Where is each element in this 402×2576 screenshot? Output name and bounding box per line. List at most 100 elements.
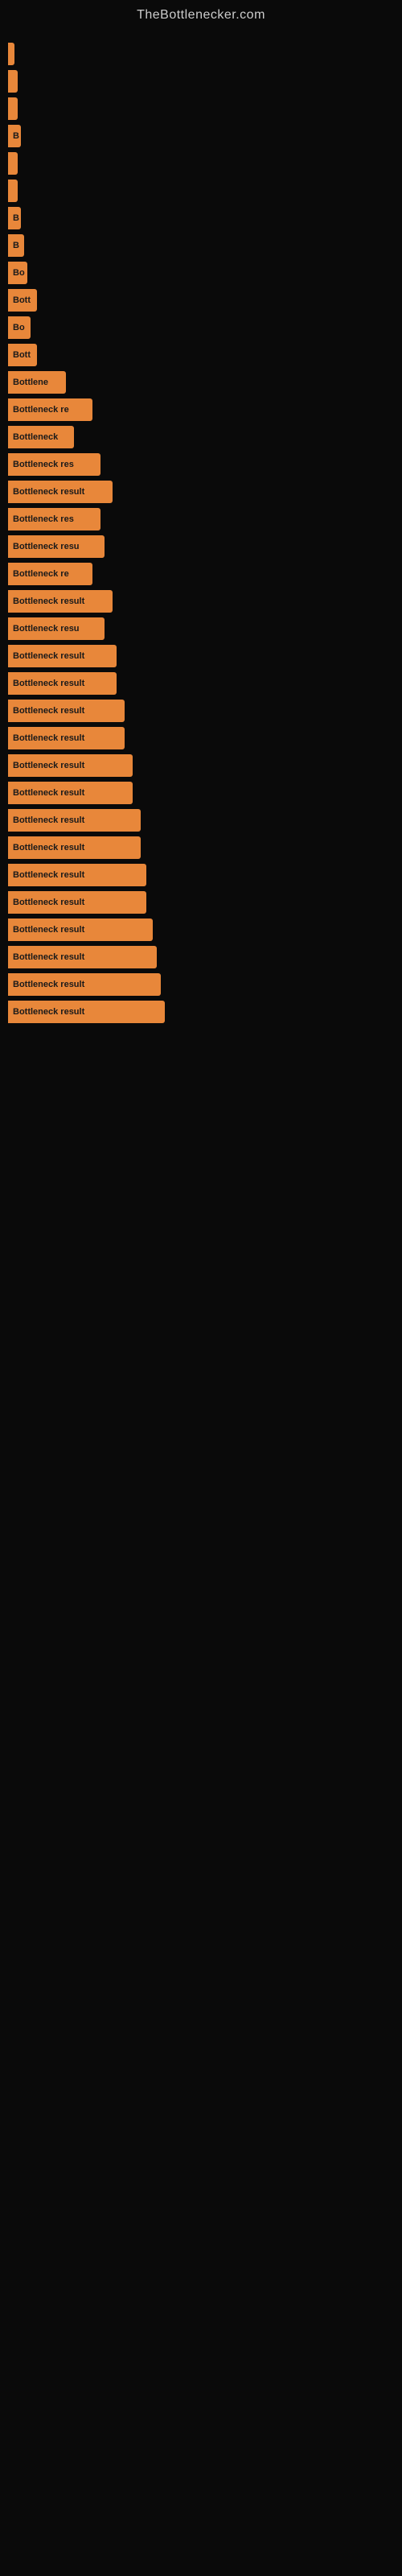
bar-label-15: Bottleneck res [13,460,74,469]
bar-row: Bottleneck result [8,590,394,613]
bar-label-33: Bottleneck result [13,952,84,962]
bar-17: Bottleneck res [8,508,100,530]
bar-1 [8,70,18,93]
bar-row: Bottleneck result [8,672,394,695]
bar-12: Bottlene [8,371,66,394]
bar-18: Bottleneck resu [8,535,105,558]
bar-23: Bottleneck result [8,672,117,695]
bar-14: Bottleneck [8,426,74,448]
bar-row: Bottleneck result [8,754,394,777]
bar-label-34: Bottleneck result [13,980,84,989]
bar-7: B [8,234,24,257]
bar-16: Bottleneck result [8,481,113,503]
bar-label-20: Bottleneck result [13,597,84,606]
bar-label-25: Bottleneck result [13,733,84,743]
bar-row: Bo [8,316,394,339]
bar-label-22: Bottleneck result [13,651,84,661]
bar-row: Bottleneck resu [8,535,394,558]
bar-label-13: Bottleneck re [13,405,69,415]
bar-row: Bottleneck result [8,919,394,941]
bar-label-9: Bott [13,295,31,305]
bar-label-24: Bottleneck result [13,706,84,716]
bar-11: Bott [8,344,37,366]
bar-4 [8,152,18,175]
bar-label-14: Bottleneck [13,432,58,442]
bar-row: Bottleneck result [8,700,394,722]
bar-5 [8,180,18,202]
bar-19: Bottleneck re [8,563,92,585]
bar-row: Bottleneck result [8,836,394,859]
bar-row [8,180,394,202]
bar-label-3: B [13,131,19,141]
bar-label-27: Bottleneck result [13,788,84,798]
bar-row: Bottleneck result [8,973,394,996]
bar-26: Bottleneck result [8,754,133,777]
bar-row [8,43,394,65]
bar-label-6: B [13,213,19,223]
bar-label-30: Bottleneck result [13,870,84,880]
bar-row: Bottleneck res [8,508,394,530]
bar-row: Bottleneck result [8,645,394,667]
bar-label-10: Bo [13,323,25,332]
bar-row: Bottleneck res [8,453,394,476]
bar-label-35: Bottleneck result [13,1007,84,1017]
bar-row: B [8,125,394,147]
bar-row: Bottleneck re [8,398,394,421]
bar-label-31: Bottleneck result [13,898,84,907]
bar-row: Bottleneck result [8,782,394,804]
bar-24: Bottleneck result [8,700,125,722]
bar-label-21: Bottleneck resu [13,624,80,634]
bar-row: Bottleneck result [8,481,394,503]
bar-row: Bottleneck result [8,864,394,886]
bar-row: B [8,234,394,257]
bar-31: Bottleneck result [8,891,146,914]
bar-label-26: Bottleneck result [13,761,84,770]
bar-row: B [8,207,394,229]
bar-label-8: Bo [13,268,25,278]
bar-row: Bottleneck result [8,891,394,914]
bar-label-32: Bottleneck result [13,925,84,935]
bar-3: B [8,125,21,147]
bar-row: Bottlene [8,371,394,394]
bar-row: Bottleneck result [8,946,394,968]
bar-20: Bottleneck result [8,590,113,613]
bar-6: B [8,207,21,229]
bar-row: Bottleneck resu [8,617,394,640]
bar-label-23: Bottleneck result [13,679,84,688]
bar-21: Bottleneck resu [8,617,105,640]
bar-row [8,97,394,120]
bar-0 [8,43,14,65]
bar-15: Bottleneck res [8,453,100,476]
bar-row: Bottleneck result [8,809,394,832]
bar-29: Bottleneck result [8,836,141,859]
bar-label-12: Bottlene [13,378,48,387]
bar-row [8,152,394,175]
bar-row: Bottleneck result [8,727,394,749]
bar-22: Bottleneck result [8,645,117,667]
bar-28: Bottleneck result [8,809,141,832]
bar-label-16: Bottleneck result [13,487,84,497]
bar-25: Bottleneck result [8,727,125,749]
bar-label-29: Bottleneck result [13,843,84,852]
bar-8: Bo [8,262,27,284]
bar-label-7: B [13,241,19,250]
bar-13: Bottleneck re [8,398,92,421]
bar-10: Bo [8,316,31,339]
bar-label-17: Bottleneck res [13,514,74,524]
bar-row: Bott [8,289,394,312]
bar-label-19: Bottleneck re [13,569,69,579]
bar-34: Bottleneck result [8,973,161,996]
bar-row: Bottleneck result [8,1001,394,1023]
bar-label-11: Bott [13,350,31,360]
bar-33: Bottleneck result [8,946,157,968]
bar-9: Bott [8,289,37,312]
bar-row: Bottleneck re [8,563,394,585]
bar-label-28: Bottleneck result [13,815,84,825]
site-title: TheBottlenecker.com [0,0,402,27]
bar-label-18: Bottleneck resu [13,542,80,551]
bar-27: Bottleneck result [8,782,133,804]
bar-32: Bottleneck result [8,919,153,941]
bar-row: Bott [8,344,394,366]
bar-row: Bo [8,262,394,284]
bar-2 [8,97,18,120]
